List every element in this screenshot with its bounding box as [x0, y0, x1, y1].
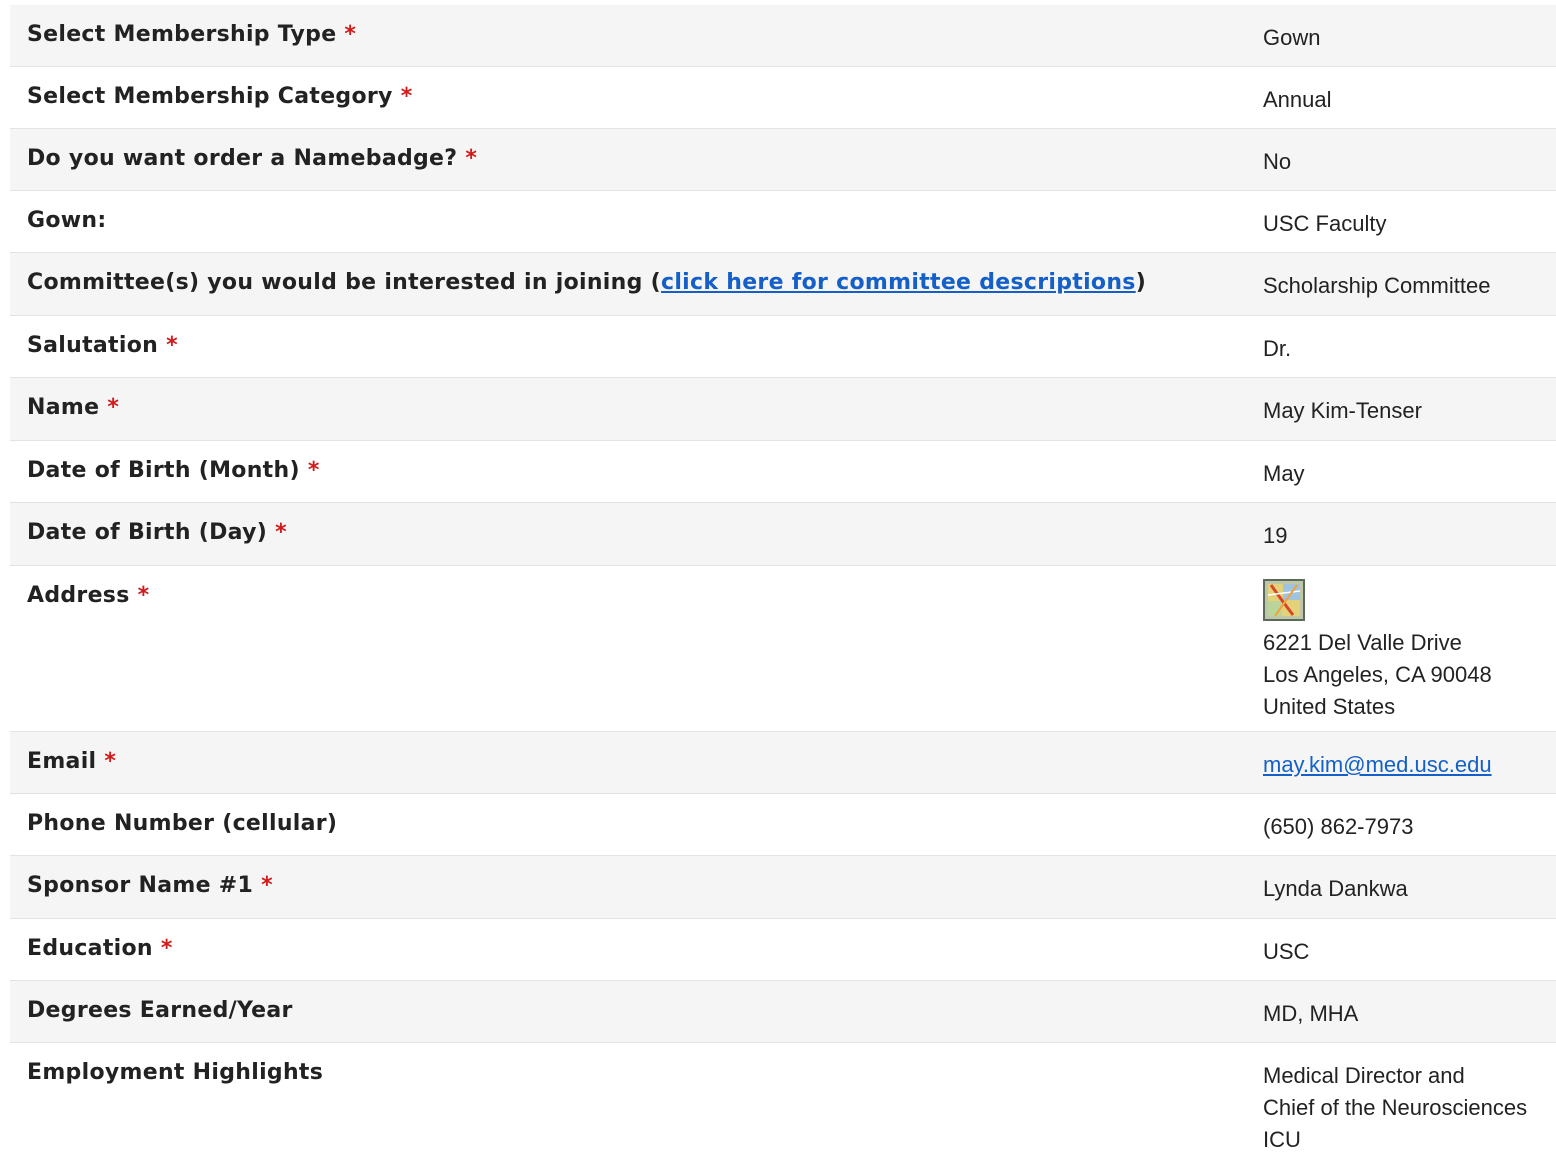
- row-membership-type: Select Membership Type * Gown: [10, 5, 1556, 67]
- row-dob-month: Date of Birth (Month) * May: [10, 441, 1556, 503]
- field-value: May: [1263, 461, 1305, 486]
- required-marker: *: [104, 749, 117, 774]
- field-label: Sponsor Name #1 *: [27, 873, 273, 898]
- field-value: Annual: [1263, 87, 1332, 112]
- field-value: May Kim-Tenser: [1263, 398, 1422, 423]
- map-icon[interactable]: [1263, 579, 1305, 621]
- row-committees: Committee(s) you would be interested in …: [10, 253, 1556, 316]
- field-label: Employment Highlights: [27, 1060, 324, 1085]
- required-marker: *: [137, 583, 150, 608]
- row-employment: Employment Highlights Medical Director a…: [10, 1043, 1556, 1162]
- row-namebadge: Do you want order a Namebadge? * No: [10, 129, 1556, 191]
- field-label: Select Membership Category *: [27, 84, 413, 109]
- field-label: Address *: [27, 583, 150, 608]
- field-label: Do you want order a Namebadge? *: [27, 146, 478, 171]
- field-label: Gown:: [27, 208, 107, 233]
- field-label: Phone Number (cellular): [27, 811, 338, 836]
- row-degrees: Degrees Earned/Year MD, MHA: [10, 981, 1556, 1043]
- field-label: Email *: [27, 749, 117, 774]
- address-line: Los Angeles, CA 90048: [1263, 662, 1492, 687]
- row-membership-category: Select Membership Category * Annual: [10, 67, 1556, 129]
- membership-summary: Select Membership Type * Gown Select Memb…: [10, 5, 1556, 1162]
- employment-line: Chief of the Neurosciences: [1263, 1095, 1528, 1120]
- field-value: MD, MHA: [1263, 1001, 1359, 1026]
- employment-line: ICU: [1263, 1127, 1301, 1152]
- field-label: Degrees Earned/Year: [27, 998, 293, 1023]
- field-value: USC: [1263, 939, 1310, 964]
- email-link[interactable]: may.kim@med.usc.edu: [1263, 752, 1492, 777]
- row-address: Address * 6221 Del Valle Drive Los Angele…: [10, 566, 1556, 732]
- row-email: Email * may.kim@med.usc.edu: [10, 732, 1556, 794]
- row-education: Education * USC: [10, 919, 1556, 981]
- field-value: Gown: [1263, 25, 1321, 50]
- field-value: may.kim@med.usc.edu: [1246, 732, 1556, 793]
- committee-descriptions-link[interactable]: click here for committee descriptions: [661, 270, 1136, 295]
- address-line: 6221 Del Valle Drive: [1263, 630, 1462, 655]
- required-marker: *: [307, 458, 320, 483]
- field-value: 19: [1263, 523, 1288, 548]
- field-label: Name *: [27, 395, 120, 420]
- required-marker: *: [275, 520, 287, 545]
- field-label: Date of Birth (Month) *: [27, 458, 320, 483]
- required-marker: *: [261, 873, 273, 898]
- required-marker: *: [400, 84, 413, 109]
- address-line: United States: [1263, 694, 1396, 719]
- required-marker: *: [166, 333, 178, 358]
- required-marker: *: [160, 936, 173, 961]
- row-phone: Phone Number (cellular) (650) 862-7973: [10, 794, 1556, 856]
- field-value: Lynda Dankwa: [1263, 876, 1408, 901]
- field-label: Salutation *: [27, 333, 178, 358]
- required-marker: *: [465, 146, 478, 171]
- address-value: 6221 Del Valle Drive Los Angeles, CA 900…: [1246, 566, 1556, 731]
- field-label: Education *: [27, 936, 173, 961]
- row-name: Name * May Kim-Tenser: [10, 378, 1556, 441]
- field-value: No: [1263, 149, 1292, 174]
- field-value: Scholarship Committee: [1263, 273, 1491, 298]
- field-value: Dr.: [1263, 336, 1292, 361]
- required-marker: *: [344, 22, 357, 47]
- row-sponsor: Sponsor Name #1 * Lynda Dankwa: [10, 856, 1556, 919]
- row-salutation: Salutation * Dr.: [10, 316, 1556, 378]
- employment-value: Medical Director and Chief of the Neuros…: [1246, 1043, 1556, 1162]
- field-label: Committee(s) you would be interested in …: [27, 270, 1147, 295]
- employment-line: Medical Director and: [1263, 1063, 1465, 1088]
- field-label: Select Membership Type *: [27, 22, 357, 47]
- field-value: USC Faculty: [1263, 211, 1387, 236]
- row-gown: Gown: USC Faculty: [10, 191, 1556, 253]
- field-label: Date of Birth (Day) *: [27, 520, 287, 545]
- required-marker: *: [107, 395, 120, 420]
- row-dob-day: Date of Birth (Day) * 19: [10, 503, 1556, 566]
- field-value: (650) 862-7973: [1263, 814, 1414, 839]
